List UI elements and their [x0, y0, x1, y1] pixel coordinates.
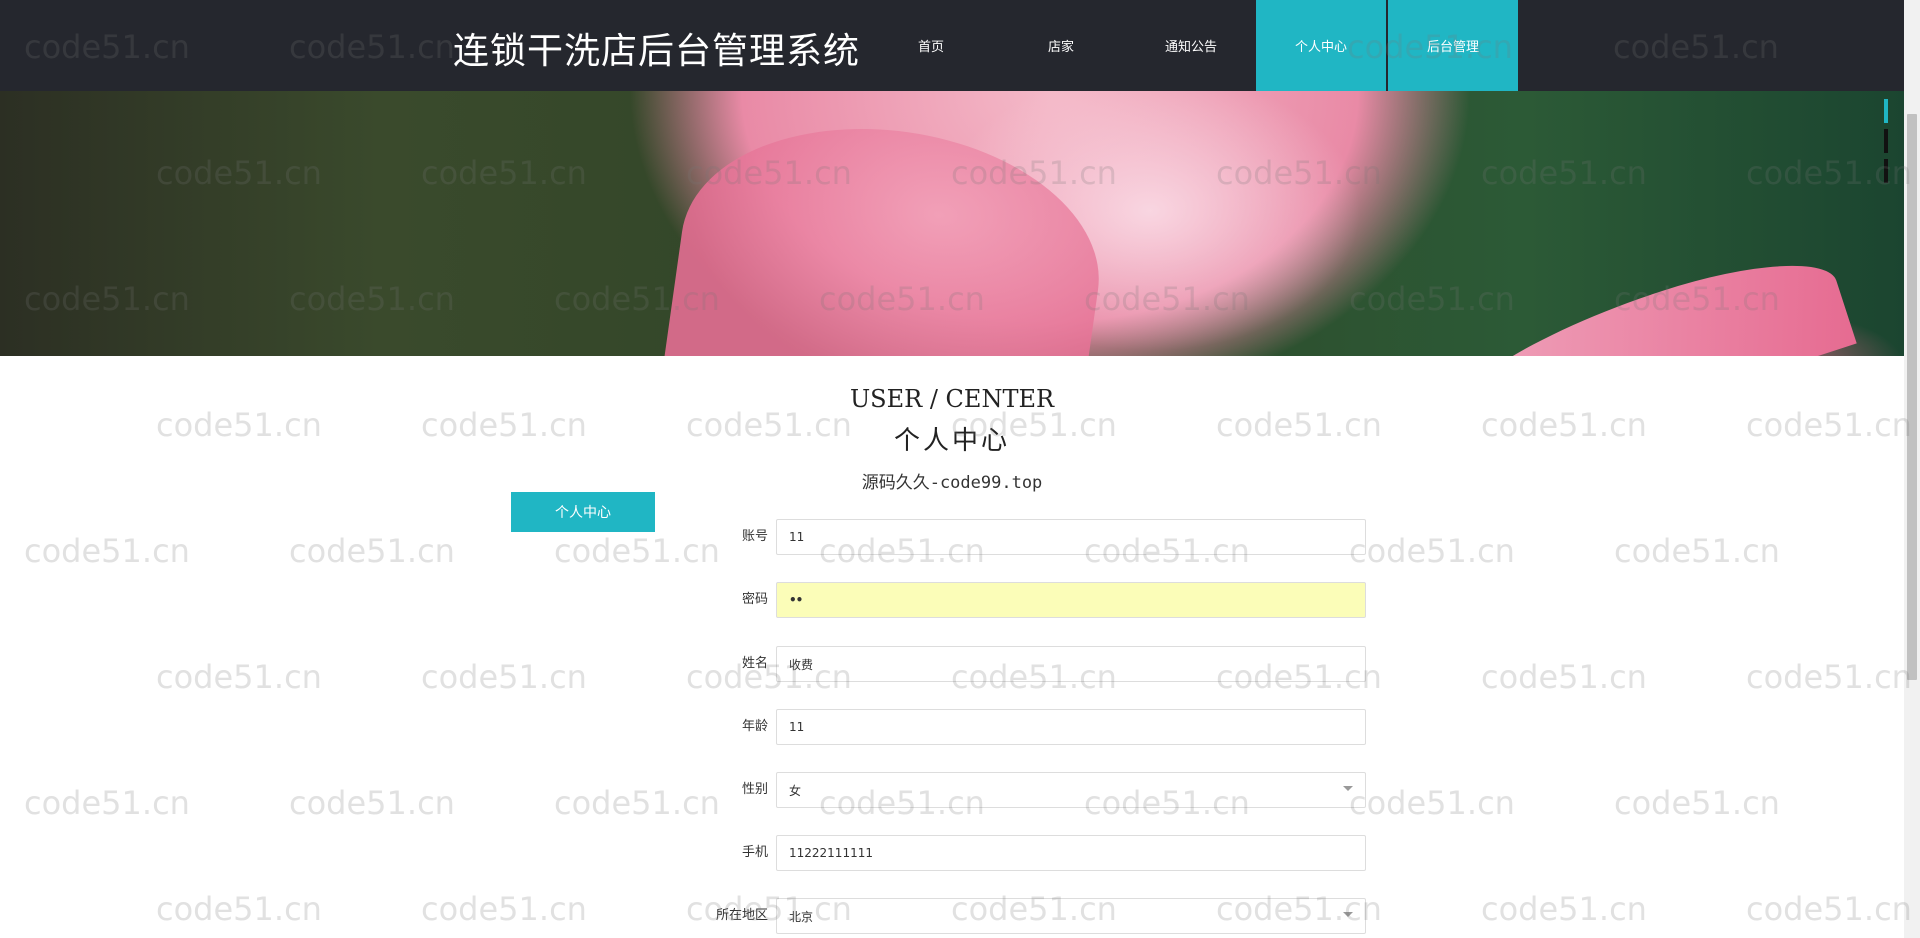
watermark: code51.cn [289, 532, 455, 570]
gender-select[interactable]: 女 [776, 772, 1366, 808]
phone-input[interactable]: 11222111111 [776, 835, 1366, 871]
account-label: 账号 [741, 529, 768, 544]
form-row-gender: 性别 女 [690, 772, 1366, 808]
watermark: code51.cn [1746, 890, 1912, 928]
top-header: 连锁干洗店后台管理系统 首页 店家 通知公告 个人中心 后台管理 [0, 0, 1904, 91]
watermark: code51.cn [1746, 658, 1912, 696]
main-nav: 首页 店家 通知公告 个人中心 后台管理 [866, 0, 1518, 91]
nav-notices[interactable]: 通知公告 [1126, 0, 1256, 91]
section-subtitle: 源码久久-code99.top [861, 473, 1043, 493]
watermark: code51.cn [156, 658, 322, 696]
account-input[interactable]: 11 [776, 519, 1366, 555]
password-input[interactable]: •• [776, 582, 1366, 618]
watermark: code51.cn [156, 890, 322, 928]
age-input[interactable]: 11 [776, 709, 1366, 745]
carousel-dot[interactable] [1884, 129, 1888, 153]
chevron-down-icon [1343, 786, 1353, 791]
gender-select-value: 女 [789, 783, 802, 798]
name-label: 姓名 [741, 656, 768, 671]
watermark: code51.cn [421, 890, 587, 928]
region-label: 所在地区 [715, 908, 768, 923]
nav-admin[interactable]: 后台管理 [1388, 0, 1518, 91]
section-title-cn: 个人中心 [893, 426, 1010, 456]
watermark: code51.cn [1349, 784, 1515, 822]
watermark: code51.cn [1481, 658, 1647, 696]
watermark: code51.cn [1614, 784, 1780, 822]
carousel-indicators[interactable] [1884, 99, 1888, 183]
chevron-down-icon [1343, 912, 1353, 917]
form-row-age: 年龄 11 [690, 709, 1366, 745]
age-label: 年龄 [741, 719, 768, 734]
site-title: 连锁干洗店后台管理系统 [453, 31, 861, 72]
name-input[interactable]: 收费 [776, 646, 1366, 682]
hero-banner [0, 91, 1904, 356]
watermark: code51.cn [1614, 532, 1780, 570]
nav-home[interactable]: 首页 [866, 0, 996, 91]
password-label: 密码 [741, 592, 768, 607]
nav-user-center[interactable]: 个人中心 [1256, 0, 1386, 91]
form-row-region: 所在地区 北京 [690, 898, 1366, 934]
page-scrollbar[interactable] [1904, 0, 1920, 938]
gender-label: 性别 [741, 782, 768, 797]
carousel-dot[interactable] [1884, 99, 1888, 123]
watermark: code51.cn [24, 532, 190, 570]
form-row-account: 账号 11 [690, 519, 1366, 555]
watermark: code51.cn [421, 658, 587, 696]
carousel-dot[interactable] [1884, 159, 1888, 183]
watermark: code51.cn [1349, 532, 1515, 570]
watermark: code51.cn [289, 784, 455, 822]
form-row-phone: 手机 11222111111 [690, 835, 1366, 871]
scrollbar-thumb[interactable] [1907, 114, 1917, 680]
nav-stores[interactable]: 店家 [996, 0, 1126, 91]
form-row-password: 密码 •• [690, 582, 1366, 618]
region-select-value: 北京 [789, 909, 814, 924]
form-row-name: 姓名 收费 [690, 646, 1366, 682]
watermark: code51.cn [1481, 890, 1647, 928]
banner-petal [1423, 238, 1857, 356]
section-title-en: USER / CENTER [849, 385, 1055, 413]
sidebar-tab-user-center[interactable]: 个人中心 [511, 492, 655, 532]
watermark: code51.cn [24, 784, 190, 822]
phone-label: 手机 [741, 845, 768, 860]
region-select[interactable]: 北京 [776, 898, 1366, 934]
banner-petal [663, 103, 1117, 356]
